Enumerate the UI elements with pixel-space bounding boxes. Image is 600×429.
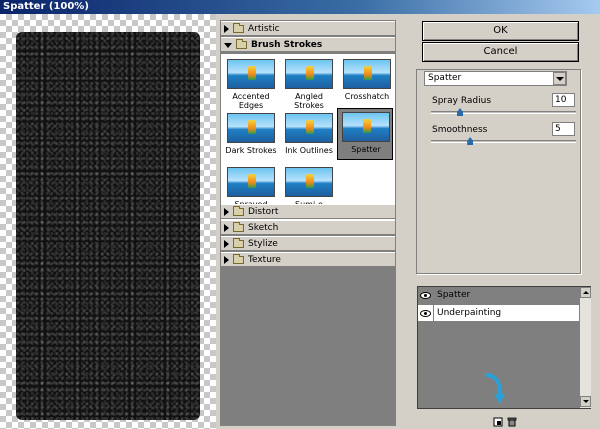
thumb-crosshatch[interactable]: Crosshatch xyxy=(339,56,395,108)
spray-radius-label: Spray Radius xyxy=(432,96,492,106)
smoothness-label: Smoothness xyxy=(432,125,488,135)
category-sketch[interactable]: Sketch xyxy=(221,220,395,235)
category-brush-strokes[interactable]: Brush Strokes xyxy=(221,37,395,52)
layer-row-spatter[interactable]: Spatter xyxy=(418,287,580,304)
category-distort[interactable]: Distort xyxy=(221,204,395,219)
expand-triangle-icon[interactable] xyxy=(224,207,229,216)
thumb-accented-edges[interactable]: Accented Edges xyxy=(223,56,279,110)
category-artistic[interactable]: Artistic xyxy=(221,21,395,36)
highlight-arrow-icon xyxy=(485,373,505,404)
thumb-dark-strokes[interactable]: Dark Strokes xyxy=(223,110,279,162)
thumb-angled-strokes[interactable]: Angled Strokes xyxy=(281,56,337,110)
folder-icon xyxy=(233,237,244,248)
thumbnail-image xyxy=(285,113,333,143)
expand-triangle-icon[interactable] xyxy=(224,255,229,264)
expand-triangle-icon[interactable] xyxy=(224,24,229,33)
thumbnail-image xyxy=(227,167,275,197)
layer-row-underpainting[interactable]: Underpainting xyxy=(418,305,580,322)
thumbnail-image xyxy=(285,167,333,197)
thumbnail-image xyxy=(227,113,275,143)
smoothness-input[interactable]: 5 xyxy=(552,122,575,136)
title-bar: Spatter (100%) xyxy=(0,0,600,14)
filter-gallery: Artistic Brush Strokes Accented Edges An… xyxy=(220,20,396,426)
expand-triangle-icon[interactable] xyxy=(224,239,229,248)
thumb-ink-outlines[interactable]: Ink Outlines xyxy=(281,110,337,162)
layer-name: Underpainting xyxy=(437,308,502,318)
eye-icon[interactable] xyxy=(418,305,434,321)
thumbnail-image xyxy=(227,59,275,89)
filter-select[interactable]: Spatter xyxy=(424,71,567,86)
folder-icon xyxy=(233,221,244,232)
expand-triangle-icon[interactable] xyxy=(224,223,229,232)
folder-icon xyxy=(236,38,247,49)
thumbnail-image xyxy=(343,59,391,89)
folder-icon xyxy=(233,22,244,33)
thumb-spatter[interactable]: Spatter xyxy=(337,108,393,160)
spray-radius-input[interactable]: 10 xyxy=(552,93,575,107)
category-texture[interactable]: Texture xyxy=(221,252,395,267)
delete-effect-layer-icon[interactable] xyxy=(507,417,517,427)
scroll-down-icon[interactable] xyxy=(580,396,591,407)
preview-panel[interactable] xyxy=(0,14,216,429)
collapse-triangle-icon[interactable] xyxy=(224,43,232,48)
ok-button[interactable]: OK xyxy=(422,21,579,41)
chevron-down-icon[interactable] xyxy=(553,72,566,85)
eye-icon[interactable] xyxy=(418,287,434,303)
thumbnail-image xyxy=(342,112,390,142)
thumbnail-grid: Accented Edges Angled Strokes Crosshatch… xyxy=(221,54,395,221)
folder-icon xyxy=(233,205,244,216)
new-effect-layer-icon[interactable] xyxy=(493,417,503,427)
window-title: Spatter (100%) xyxy=(3,1,89,12)
scroll-up-icon[interactable] xyxy=(580,287,591,298)
thumbnail-image xyxy=(285,59,333,89)
cancel-button[interactable]: Cancel xyxy=(422,42,579,62)
folder-icon xyxy=(233,253,244,264)
spray-radius-slider[interactable] xyxy=(431,111,576,114)
category-stylize[interactable]: Stylize xyxy=(221,236,395,251)
layers-scrollbar[interactable] xyxy=(579,287,591,408)
smoothness-slider[interactable] xyxy=(431,140,576,143)
preview-image[interactable] xyxy=(16,32,200,420)
layer-name: Spatter xyxy=(437,290,471,300)
